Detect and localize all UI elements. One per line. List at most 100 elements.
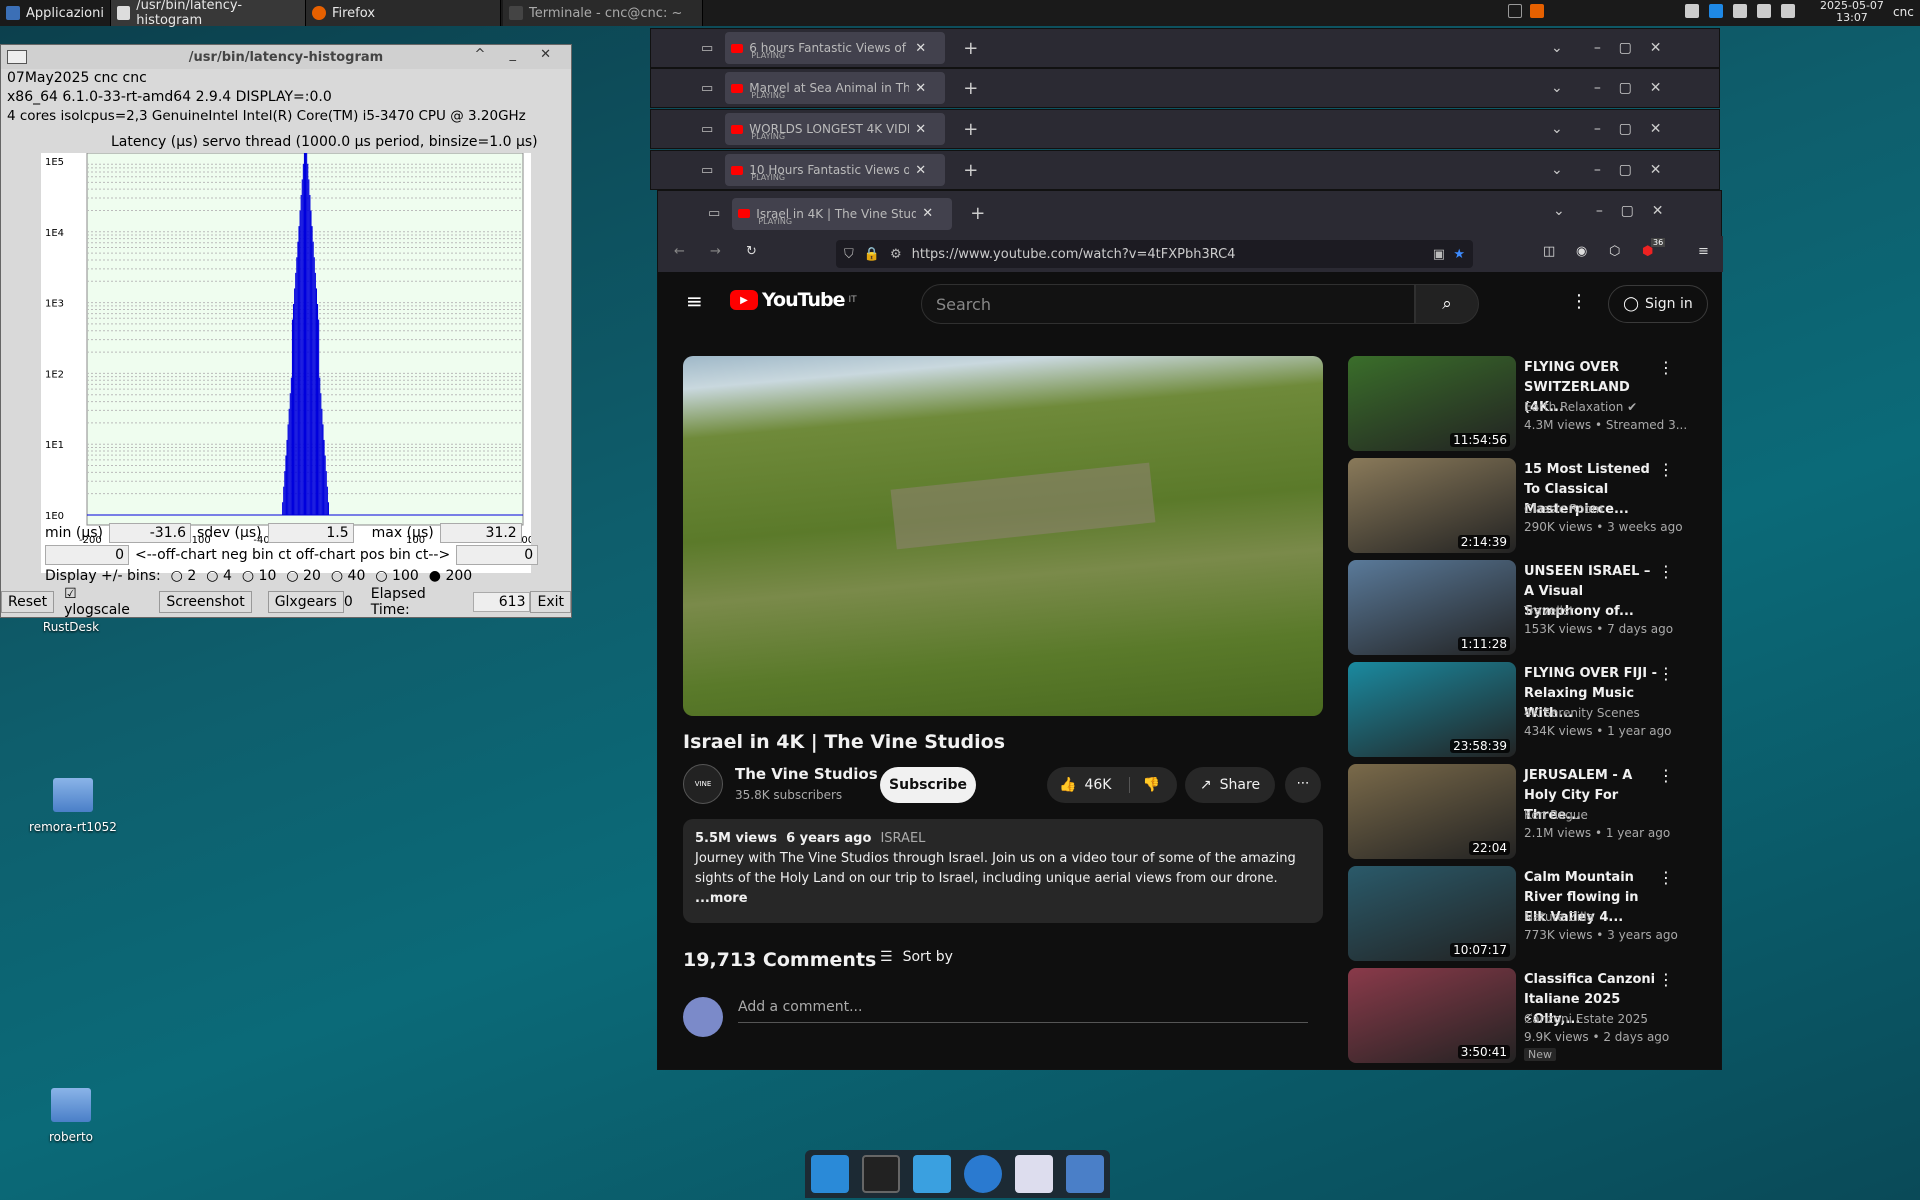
tab-list-icon[interactable]: ▭ [708,206,720,221]
recommended-video[interactable]: 23:58:39 FLYING OVER FIJI - Relaxing Musi… [1348,662,1678,757]
more-options-icon[interactable]: ⋮ [1658,562,1674,581]
close-tab-icon[interactable]: ✕ [915,81,926,96]
clock[interactable]: 2025-05-07 13:07 [1820,0,1884,24]
desktop-icon-remora[interactable]: remora-rt1052 [18,778,128,834]
tab-list-icon[interactable]: ▭ [701,163,713,178]
show-more-link[interactable]: ...more [695,889,1311,909]
window-controls[interactable]: ⌄ – ▢ ✕ [1551,80,1661,96]
new-tab-button[interactable]: + [963,78,978,99]
recommended-video[interactable]: 1:11:28 UNSEEN ISRAEL – A Visual Symphony… [1348,560,1678,655]
dislike-icon[interactable]: 👎 [1129,777,1160,793]
bin-option-40[interactable]: ○ 40 [331,568,366,584]
bin-option-4[interactable]: ○ 4 [206,568,232,584]
more-options-icon[interactable]: ⋮ [1570,291,1588,312]
recommended-video[interactable]: 2:14:39 15 Most Listened To Classical Mas… [1348,458,1683,553]
window-controls[interactable]: ⌄ – ▢ ✕ [1551,121,1661,137]
firefox-window-1[interactable]: ▭ 6 hours Fantastic Views of thePLAYING✕… [650,28,1720,68]
recommended-channel[interactable]: Canzoni Estate 2025 [1524,1012,1648,1026]
video-thumbnail[interactable]: 22:04 [1348,764,1516,859]
battery-icon[interactable] [1757,4,1771,18]
recommended-video[interactable]: 10:07:17 Calm Mountain River flowing in E… [1348,866,1678,961]
bin-option-10[interactable]: ○ 10 [242,568,277,584]
comment-input[interactable]: Add a comment... [738,999,1308,1023]
recommended-channel[interactable]: Classic Room [1524,502,1604,516]
tab-active[interactable]: Israel in 4K | The Vine StudiosPLAYING✕ [732,197,953,230]
recommended-video[interactable]: 22:04 JERUSALEM - A Holy City For Three..… [1348,764,1678,859]
tab-4[interactable]: 10 Hours Fantastic Views of NPLAYING✕ [725,154,946,186]
close-tab-icon[interactable]: ✕ [915,41,926,56]
more-options-icon[interactable]: ⋮ [1658,868,1674,887]
close-tab-icon[interactable]: ✕ [915,122,926,137]
recommended-channel[interactable]: Ken Rogue [1524,808,1588,822]
teamviewer-icon[interactable] [1709,4,1723,18]
ylogscale-checkbox[interactable]: ☑ ylogscale [64,586,145,618]
video-thumbnail[interactable]: 2:14:39 [1348,458,1516,553]
extensions-icon[interactable]: ⬡ [1609,244,1620,259]
bin-option-100[interactable]: ○ 100 [375,568,418,584]
tab-list-icon[interactable]: ▭ [701,41,713,56]
more-options-icon[interactable]: ⋮ [1658,766,1674,785]
youtube-logo[interactable]: ▶ YouTube IT [730,289,857,311]
reload-icon[interactable]: ↻ [746,244,757,259]
tab-2[interactable]: Marvel at Sea Animal in The BPLAYING✕ [725,72,946,104]
window-controls[interactable]: ⌄ – ▢ ✕ [1551,162,1661,178]
sign-in-button[interactable]: ◯ Sign in [1608,285,1708,323]
window-menu-icon[interactable] [7,50,27,64]
reset-button[interactable]: Reset [1,591,55,613]
hamburger-icon[interactable]: ≡ [686,289,703,313]
bookmark-star-icon[interactable]: ★ [1453,247,1465,262]
more-options-icon[interactable]: ⋮ [1658,460,1674,479]
folder-dock-icon[interactable] [1065,1155,1104,1193]
video-thumbnail[interactable]: 10:07:17 [1348,866,1516,961]
share-button[interactable]: ↗ Share [1185,767,1275,803]
video-thumbnail[interactable]: 23:58:39 [1348,662,1516,757]
permissions-icon[interactable]: ⚙ [890,247,902,262]
channel-avatar[interactable]: VINE [683,764,723,804]
new-tab-button[interactable]: + [963,119,978,140]
screenshot-button[interactable]: Screenshot [159,591,252,613]
close-tab-icon[interactable]: ✕ [915,163,926,178]
pocket-icon[interactable]: ◫ [1543,244,1555,259]
more-options-icon[interactable]: ⋮ [1658,970,1674,989]
exit-button[interactable]: Exit [530,591,571,613]
new-tab-button[interactable]: + [970,203,985,224]
shield-icon[interactable]: ⛉ [844,247,854,262]
window-controls[interactable]: ^ _ ✕ [474,47,561,62]
like-count[interactable]: 46K [1084,777,1111,793]
firefox-window-3[interactable]: ▭ WORLDS LONGEST 4K VIDEO PLAYING ✕ + ⌄ – … [650,109,1720,149]
glxgears-button[interactable]: Glxgears [267,591,344,613]
account-icon[interactable]: ◉ [1576,244,1587,259]
recommended-channel[interactable]: Nature Zilla [1524,910,1594,924]
new-tab-button[interactable]: + [963,38,978,59]
task-latency[interactable]: /usr/bin/latency-histogram [110,0,306,28]
url-bar[interactable]: ⛉ 🔒 ⚙ https://www.youtube.com/watch?v=4t… [836,240,1473,268]
bin-option-2[interactable]: ○ 2 [171,568,197,584]
applications-menu[interactable]: Applicazioni [0,0,111,26]
sort-by-button[interactable]: ☰ Sort by [880,949,953,965]
firefox-tray-icon[interactable] [1530,4,1544,18]
firefox-window-2[interactable]: ▭ Marvel at Sea Animal in The BPLAYING✕ … [650,68,1720,108]
recommended-video[interactable]: 3:50:41 Classifica Canzoni Italiane 2025 … [1348,968,1678,1063]
search-button[interactable]: ⌕ [1415,284,1479,324]
pip-icon[interactable]: ▣ [1433,247,1445,262]
file-manager-icon[interactable] [913,1155,952,1193]
close-tab-icon[interactable]: ✕ [922,206,933,221]
tab-list-icon[interactable]: ▭ [701,122,713,137]
bin-option-200[interactable]: ● 200 [429,568,472,584]
more-options-icon[interactable]: ⋮ [1658,664,1674,683]
lock-icon[interactable]: 🔒 [864,247,880,262]
desktop-icon-rustdesk[interactable]: RustDesk [16,620,126,634]
desktop-show-icon[interactable] [811,1155,850,1193]
description-box[interactable]: 5.5M views 6 years ago ISRAEL Journey wi… [683,819,1323,923]
window-controls[interactable]: ⌄ – ▢ ✕ [1551,40,1661,56]
browser-dock-icon[interactable] [963,1155,1002,1193]
more-options-icon[interactable]: ⋮ [1658,358,1674,377]
url-text[interactable]: https://www.youtube.com/watch?v=4tFXPbh3… [912,247,1236,262]
video-thumbnail[interactable]: 1:11:28 [1348,560,1516,655]
video-thumbnail[interactable]: 3:50:41 [1348,968,1516,1063]
network-icon[interactable] [1685,4,1699,18]
video-player[interactable] [683,356,1323,716]
video-thumbnail[interactable]: 11:54:56 [1348,356,1516,451]
firefox-window-4[interactable]: ▭ 10 Hours Fantastic Views of NPLAYING✕ … [650,150,1720,190]
task-terminal[interactable]: Terminale - cnc@cnc: ~ [502,0,703,26]
